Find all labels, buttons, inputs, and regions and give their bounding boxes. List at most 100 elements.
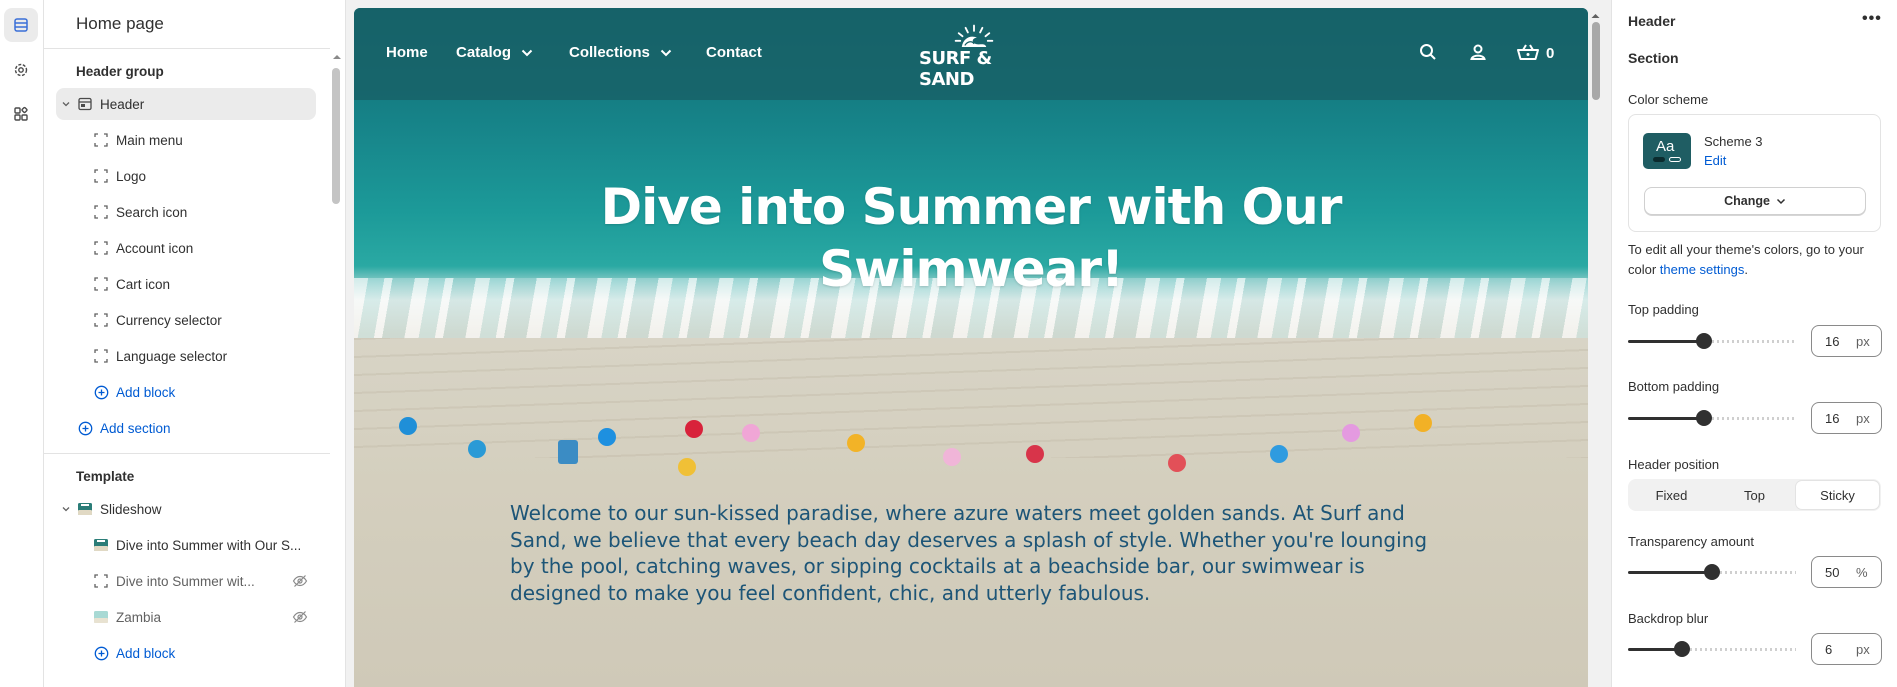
block-label: Search icon <box>116 204 188 220</box>
nav-catalog[interactable]: Catalog <box>456 44 533 61</box>
nav-home[interactable]: Home <box>386 44 428 61</box>
eye-hidden-icon[interactable] <box>292 573 308 592</box>
swatch-pill-primary <box>1653 157 1665 162</box>
plus-circle-icon <box>92 644 110 662</box>
umbrella <box>1342 424 1360 442</box>
scheme-name: Scheme 3 <box>1704 134 1763 149</box>
block-label: Dive into Summer wit... <box>116 573 255 589</box>
store-logo[interactable]: SURF & SAND <box>919 24 1029 90</box>
theme-settings-link[interactable]: theme settings <box>1660 262 1745 277</box>
block-label: Dive into Summer with Our S... <box>116 537 302 553</box>
gear-icon <box>14 63 28 77</box>
block-label: Logo <box>116 168 147 184</box>
settings-nav-button[interactable] <box>4 53 38 87</box>
block-currency-selector[interactable]: Currency selector <box>56 304 316 336</box>
add-block-label: Add block <box>116 645 176 661</box>
more-actions-icon[interactable]: ••• <box>1862 10 1882 28</box>
scroll-up-icon[interactable] <box>330 52 344 62</box>
slider-knob[interactable] <box>1673 641 1690 657</box>
slider-knob[interactable] <box>1696 333 1713 349</box>
block-cart-icon[interactable]: Cart icon <box>56 268 316 300</box>
account-icon[interactable] <box>1468 42 1488 62</box>
backdrop-blur-slider[interactable] <box>1628 641 1796 657</box>
bottom-padding-label: Bottom padding <box>1628 379 1720 394</box>
umbrella <box>468 440 486 458</box>
slider-track-rest <box>1712 417 1796 420</box>
input-unit: px <box>1856 411 1870 426</box>
block-label: Account icon <box>116 240 194 256</box>
nav-collections[interactable]: Collections <box>569 44 672 61</box>
block-main-menu[interactable]: Main menu <box>56 124 316 156</box>
swatch-text: Aa <box>1656 138 1675 155</box>
section-slideshow[interactable]: Slideshow <box>56 493 316 525</box>
block-account-icon[interactable]: Account icon <box>56 232 316 264</box>
apps-nav-button[interactable] <box>4 97 38 131</box>
storefront-preview: Home Catalog Collections Contact SURF & … <box>354 8 1588 687</box>
slideshow-section-icon <box>76 500 94 518</box>
bottom-padding-slider[interactable] <box>1628 410 1796 426</box>
transparency-input[interactable]: 50 % <box>1811 556 1882 588</box>
section-label: Slideshow <box>100 501 162 517</box>
position-fixed-option[interactable]: Fixed <box>1630 481 1713 509</box>
cart-basket-icon[interactable] <box>1516 42 1540 62</box>
umbrella <box>1414 414 1432 432</box>
top-padding-input[interactable]: 16 px <box>1811 325 1882 357</box>
preview-scrollbar-thumb[interactable] <box>1592 22 1600 100</box>
color-scheme-label: Color scheme <box>1628 92 1709 107</box>
help-end: . <box>1744 262 1748 277</box>
sections-nav-button[interactable] <box>4 8 38 42</box>
input-unit: % <box>1856 565 1868 580</box>
scheme-edit-link[interactable]: Edit <box>1704 153 1726 168</box>
section-label: Header <box>100 96 145 112</box>
slider-knob[interactable] <box>1704 564 1720 580</box>
block-search-icon[interactable]: Search icon <box>56 196 316 228</box>
slider-track-rest <box>1720 571 1796 574</box>
add-block-button[interactable]: Add block <box>56 637 316 669</box>
hero-title: Dive into Summer with Our Swimwear! <box>600 178 1343 298</box>
slide-block-1[interactable]: Dive into Summer with Our S... <box>56 529 316 561</box>
page-title: Home page <box>76 14 164 33</box>
chevron-down-icon[interactable] <box>58 99 74 109</box>
preview-scrollbar[interactable] <box>1588 8 1603 687</box>
scroll-up-icon[interactable] <box>1588 11 1603 21</box>
position-sticky-option[interactable]: Sticky <box>1796 481 1879 509</box>
add-block-button[interactable]: Add block <box>56 376 316 408</box>
eye-hidden-icon[interactable] <box>292 609 308 628</box>
section-header[interactable]: Header <box>56 88 316 120</box>
add-section-button[interactable]: Add section <box>56 412 316 444</box>
header-position-label: Header position <box>1628 457 1720 472</box>
nav-contact[interactable]: Contact <box>706 44 762 61</box>
block-language-selector[interactable]: Language selector <box>56 340 316 372</box>
transparency-slider[interactable] <box>1628 564 1796 580</box>
slide-block-3[interactable]: Zambia <box>56 601 316 633</box>
search-icon[interactable] <box>1418 42 1438 62</box>
sun-wave-logo-icon <box>954 24 994 47</box>
cart-count: 0 <box>1546 45 1555 62</box>
sections-icon <box>14 18 28 32</box>
scrollbar-thumb[interactable] <box>332 68 340 204</box>
umbrella <box>943 448 961 466</box>
umbrella <box>678 458 696 476</box>
position-top-option[interactable]: Top <box>1713 481 1796 509</box>
block-icon <box>92 311 110 329</box>
add-section-label: Add section <box>100 420 171 436</box>
change-scheme-button[interactable]: Change <box>1644 187 1866 215</box>
chevron-down-icon <box>660 49 672 56</box>
block-logo[interactable]: Logo <box>56 160 316 192</box>
top-padding-slider[interactable] <box>1628 333 1796 349</box>
template-label: Template <box>76 469 135 484</box>
umbrella <box>1168 454 1186 472</box>
logo-text: SURF & SAND <box>919 48 992 90</box>
umbrella <box>598 428 616 446</box>
color-scheme-card: Aa Scheme 3 Edit Change <box>1628 114 1881 232</box>
input-value: 16 <box>1825 411 1840 426</box>
backdrop-blur-input[interactable]: 6 px <box>1811 633 1882 665</box>
slider-knob[interactable] <box>1696 410 1713 426</box>
block-icon <box>92 239 110 257</box>
block-label: Main menu <box>116 132 183 148</box>
umbrella <box>1270 445 1288 463</box>
bottom-padding-input[interactable]: 16 px <box>1811 402 1882 434</box>
chevron-down-icon[interactable] <box>58 504 74 514</box>
slide-block-2[interactable]: Dive into Summer wit... <box>56 565 316 597</box>
plus-circle-icon <box>76 419 94 437</box>
